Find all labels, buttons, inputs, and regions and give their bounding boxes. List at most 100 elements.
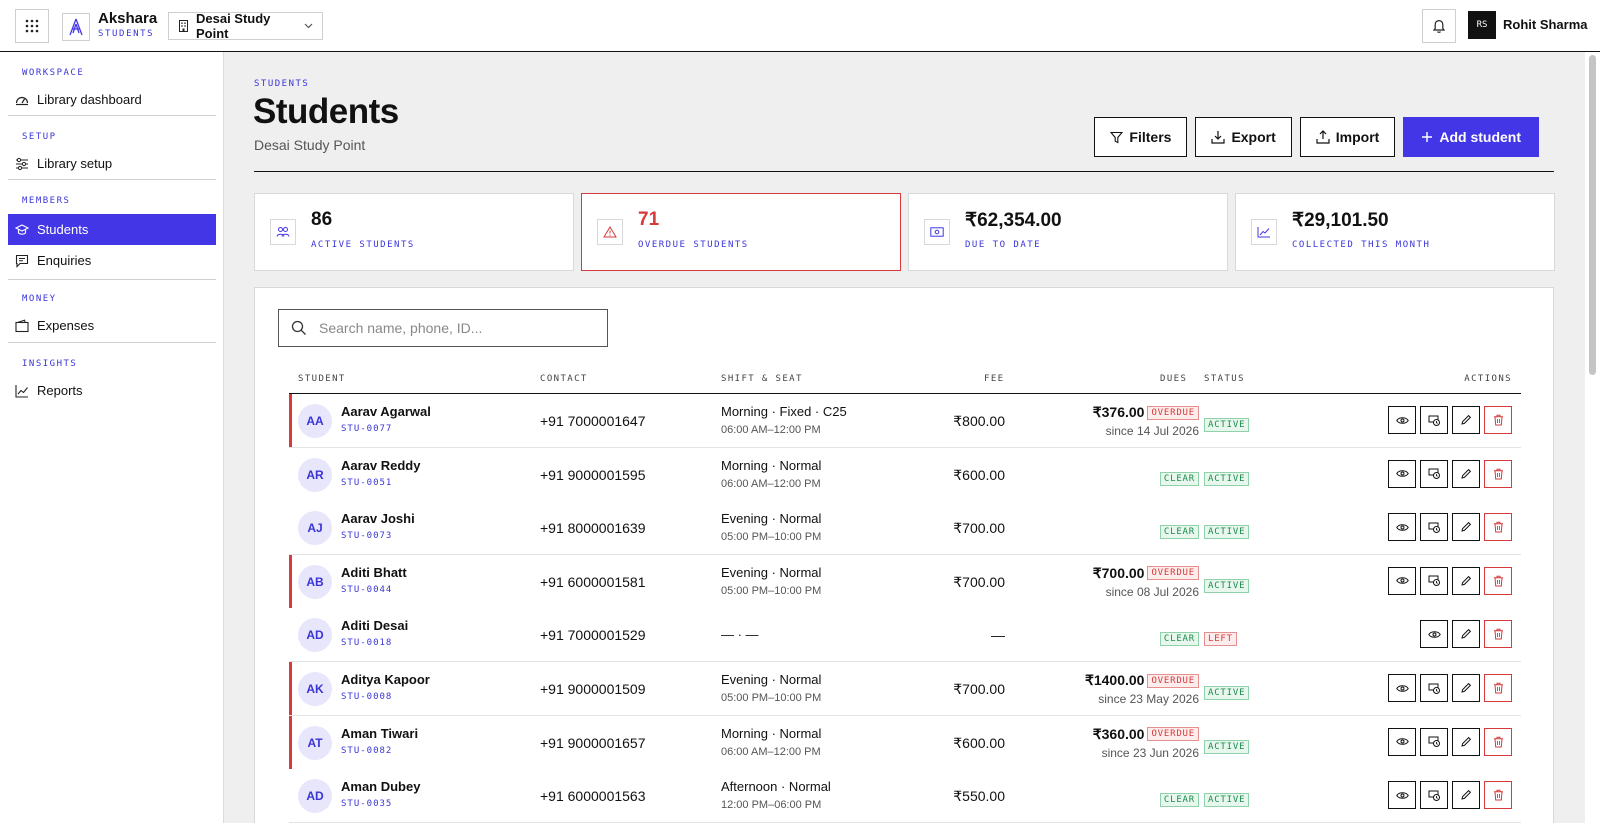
section-label-setup: SETUP: [22, 132, 57, 142]
record-payment-button[interactable]: [1420, 406, 1448, 434]
sidebar-item-label: Expenses: [37, 318, 95, 333]
user-name[interactable]: Rohit Sharma: [1503, 17, 1588, 32]
delete-button[interactable]: [1484, 781, 1512, 810]
record-payment-button[interactable]: [1420, 727, 1448, 756]
search-input[interactable]: [319, 320, 589, 336]
record-payment-button[interactable]: [1420, 566, 1448, 595]
user-avatar[interactable]: RS: [1468, 11, 1496, 39]
col-header-status[interactable]: STATUS: [1204, 374, 1245, 384]
student-name[interactable]: Aditi Desai: [341, 618, 408, 633]
table-row[interactable]: AR Aarav Reddy STU-0051 +91 9000001595 Morni…: [289, 447, 1521, 502]
scrollbar-thumb[interactable]: [1589, 55, 1596, 375]
student-name[interactable]: Aarav Reddy: [341, 458, 420, 473]
edit-button[interactable]: [1452, 781, 1480, 810]
scrollbar[interactable]: [1585, 52, 1600, 823]
delete-button[interactable]: [1484, 674, 1512, 702]
col-header-contact[interactable]: CONTACT: [540, 374, 588, 384]
col-header-fee[interactable]: FEE: [984, 374, 1004, 384]
delete-button[interactable]: [1484, 406, 1512, 434]
search-icon: [291, 320, 307, 336]
eye-icon: [1427, 630, 1441, 639]
sidebar-item-library-setup[interactable]: Library setup: [8, 148, 216, 179]
title-divider: [254, 171, 1554, 172]
student-name[interactable]: Aditya Kapoor: [341, 672, 430, 687]
edit-button[interactable]: [1452, 513, 1480, 542]
delete-button[interactable]: [1484, 459, 1512, 488]
due-since: since 08 Jul 2026: [1105, 584, 1199, 599]
sidebar-item-library-dashboard[interactable]: Library dashboard: [8, 84, 216, 115]
table-row[interactable]: AB Aditi Bhatt STU-0044 +91 6000001581 Eveni…: [289, 554, 1521, 609]
add-student-label: Add student: [1439, 129, 1521, 145]
table-row[interactable]: AK Aditya Kapoor STU-0008 +91 9000001509 Eve…: [289, 662, 1521, 716]
table-row[interactable]: AJ Aarav Joshi STU-0073 +91 8000001639 Eveni…: [289, 501, 1521, 556]
edit-button[interactable]: [1452, 674, 1480, 702]
table-row[interactable]: AD Aditi Desai STU-0018 +91 7000001529 — · —…: [289, 608, 1521, 663]
view-button[interactable]: [1388, 727, 1416, 756]
view-button[interactable]: [1388, 406, 1416, 434]
student-name[interactable]: Aarav Agarwal: [341, 404, 431, 419]
due-amount: ₹700.00: [1092, 564, 1145, 581]
table-row[interactable]: AT Aman Tiwari STU-0082 +91 9000001657 Morni…: [289, 715, 1521, 770]
view-button[interactable]: [1388, 459, 1416, 488]
eye-icon: [1395, 737, 1409, 746]
delete-button[interactable]: [1484, 727, 1512, 756]
add-student-button[interactable]: Add student: [1403, 117, 1539, 157]
col-header-shift[interactable]: SHIFT & SEAT: [721, 374, 803, 384]
view-button[interactable]: [1388, 513, 1416, 542]
import-button[interactable]: Import: [1299, 117, 1396, 157]
status-cell: ACTIVE: [1204, 414, 1250, 432]
edit-button[interactable]: [1452, 620, 1480, 649]
shift-seat: Evening · Normal: [721, 511, 822, 527]
col-header-student[interactable]: STUDENT: [298, 374, 346, 384]
delete-button[interactable]: [1484, 566, 1512, 595]
overdue-badge: OVERDUE: [1147, 727, 1199, 742]
student-name[interactable]: Aditi Bhatt: [341, 565, 407, 580]
page-actions: Filters Export Import Add student: [1094, 117, 1539, 157]
record-payment-button[interactable]: [1420, 674, 1448, 702]
student-name[interactable]: Aman Dubey: [341, 779, 420, 794]
notifications-button[interactable]: [1422, 9, 1456, 43]
sidebar-item-label: Library dashboard: [37, 92, 142, 107]
sidebar-item-expenses[interactable]: Expenses: [8, 310, 216, 341]
app-grid-button[interactable]: [15, 9, 49, 43]
branch-selector[interactable]: Desai Study Point: [168, 11, 323, 41]
filters-button[interactable]: Filters: [1094, 117, 1188, 157]
view-button[interactable]: [1420, 620, 1448, 649]
col-header-dues[interactable]: DUES: [1160, 374, 1187, 384]
edit-button[interactable]: [1452, 727, 1480, 756]
contact-phone: +91 9000001657: [540, 734, 646, 751]
table-row[interactable]: AD Aman Dubey STU-0035 +91 6000001563 Aftern…: [289, 769, 1521, 823]
row-actions: [1388, 566, 1512, 595]
table-row[interactable]: AA Aarav Agarwal STU-0077 +91 7000001647 Mor…: [289, 394, 1521, 448]
view-button[interactable]: [1388, 566, 1416, 595]
edit-button[interactable]: [1452, 566, 1480, 595]
stat-value: 86: [311, 209, 333, 230]
record-payment-button[interactable]: [1420, 781, 1448, 810]
delete-button[interactable]: [1484, 620, 1512, 649]
avatar: AK: [298, 672, 332, 706]
search-box[interactable]: [278, 309, 608, 347]
sidebar: WORKSPACE Library dashboard SETUP Librar…: [0, 52, 224, 823]
edit-button[interactable]: [1452, 459, 1480, 488]
payment-icon: [1428, 414, 1441, 427]
student-name[interactable]: Aman Tiwari: [341, 726, 418, 741]
delete-button[interactable]: [1484, 513, 1512, 542]
record-payment-button[interactable]: [1420, 459, 1448, 488]
branch-name: Desai Study Point: [196, 11, 271, 41]
record-payment-button[interactable]: [1420, 513, 1448, 542]
view-button[interactable]: [1388, 781, 1416, 810]
student-id: STU-0073: [341, 531, 393, 542]
student-name[interactable]: Aarav Joshi: [341, 511, 415, 526]
status-badge: ACTIVE: [1204, 471, 1250, 486]
contact-phone: +91 9000001595: [540, 466, 646, 483]
export-button[interactable]: Export: [1195, 117, 1292, 157]
sidebar-item-students[interactable]: Students: [8, 214, 216, 245]
sidebar-item-enquiries[interactable]: Enquiries: [8, 245, 216, 276]
stat-label: COLLECTED THIS MONTH: [1292, 240, 1431, 250]
edit-button[interactable]: [1452, 406, 1480, 434]
status-badge: LEFT: [1204, 632, 1237, 647]
fee-amount: ₹800.00: [953, 413, 1005, 429]
view-button[interactable]: [1388, 674, 1416, 702]
sidebar-item-reports[interactable]: Reports: [8, 375, 216, 406]
avatar: AR: [298, 457, 332, 492]
